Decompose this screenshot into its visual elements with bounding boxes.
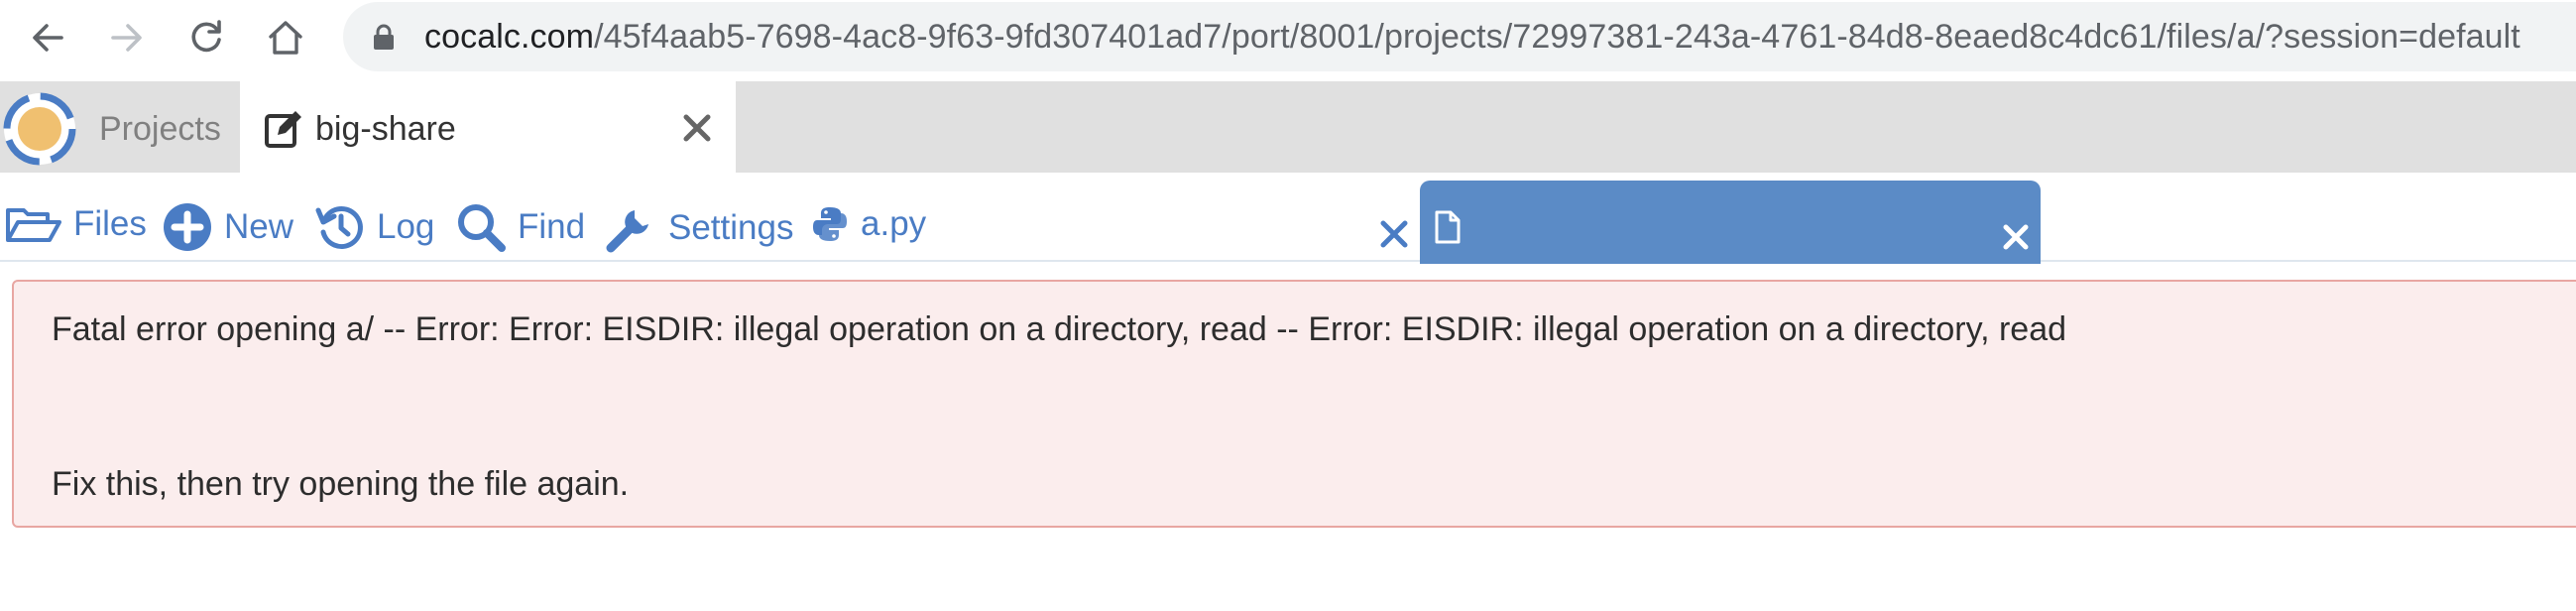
settings-label: Settings <box>668 208 794 247</box>
folder-open-icon <box>6 208 61 242</box>
file-tab-a-py[interactable]: a.py <box>811 202 926 246</box>
close-icon[interactable] <box>2001 222 2031 252</box>
reload-button[interactable] <box>182 14 230 61</box>
home-button[interactable] <box>262 14 309 61</box>
projects-tab[interactable]: Projects <box>99 109 221 149</box>
wrench-icon <box>606 210 648 253</box>
history-icon <box>315 206 363 249</box>
url-host: cocalc.com <box>424 18 595 56</box>
project-tab-label: big-share <box>315 110 456 148</box>
search-icon <box>458 204 506 252</box>
forward-button[interactable] <box>103 14 151 61</box>
url-text: cocalc.com/45f4aab5-7698-4ac8-9f63-9fd30… <box>424 16 2520 58</box>
find-button[interactable]: Find <box>456 202 585 252</box>
error-message: Fatal error opening a/ -- Error: Error: … <box>52 310 2067 348</box>
find-label: Find <box>518 207 586 246</box>
app-tab-bar: Projects big-share <box>0 81 2576 173</box>
error-alert: Fatal error opening a/ -- Error: Error: … <box>12 280 2576 528</box>
cocalc-logo-icon[interactable] <box>0 89 79 169</box>
active-file-tab[interactable] <box>1420 181 2041 264</box>
new-label: New <box>224 207 294 246</box>
browser-toolbar: cocalc.com/45f4aab5-7698-4ac8-9f63-9fd30… <box>0 0 2576 75</box>
back-arrow-icon <box>33 24 63 52</box>
lock-icon <box>374 24 394 50</box>
error-hint: Fix this, then try opening the file agai… <box>52 465 630 503</box>
python-icon <box>813 207 847 241</box>
url-path: /45f4aab5-7698-4ac8-9f63-9fd307401ad7/po… <box>594 18 2520 56</box>
file-icon <box>1435 210 1461 244</box>
file-tab-label: a.py <box>861 204 927 243</box>
reload-icon <box>191 20 221 53</box>
files-label: Files <box>73 204 147 243</box>
files-button[interactable]: Files <box>6 202 147 246</box>
home-icon <box>269 21 302 55</box>
forward-arrow-icon <box>111 24 142 52</box>
project-toolbar: Files New Log Find Settings a.py <box>0 173 2576 264</box>
project-tab-big-share[interactable]: big-share <box>240 81 736 173</box>
edit-icon <box>265 111 301 148</box>
log-button[interactable]: Log <box>315 202 434 252</box>
back-button[interactable] <box>24 14 71 61</box>
close-icon[interactable] <box>680 111 714 145</box>
settings-button[interactable]: Settings <box>605 202 793 254</box>
close-icon[interactable] <box>1376 216 1412 252</box>
plus-circle-icon <box>164 203 211 251</box>
address-bar[interactable]: cocalc.com/45f4aab5-7698-4ac8-9f63-9fd30… <box>343 2 2576 71</box>
log-label: Log <box>377 207 435 246</box>
new-button[interactable]: New <box>163 202 293 252</box>
